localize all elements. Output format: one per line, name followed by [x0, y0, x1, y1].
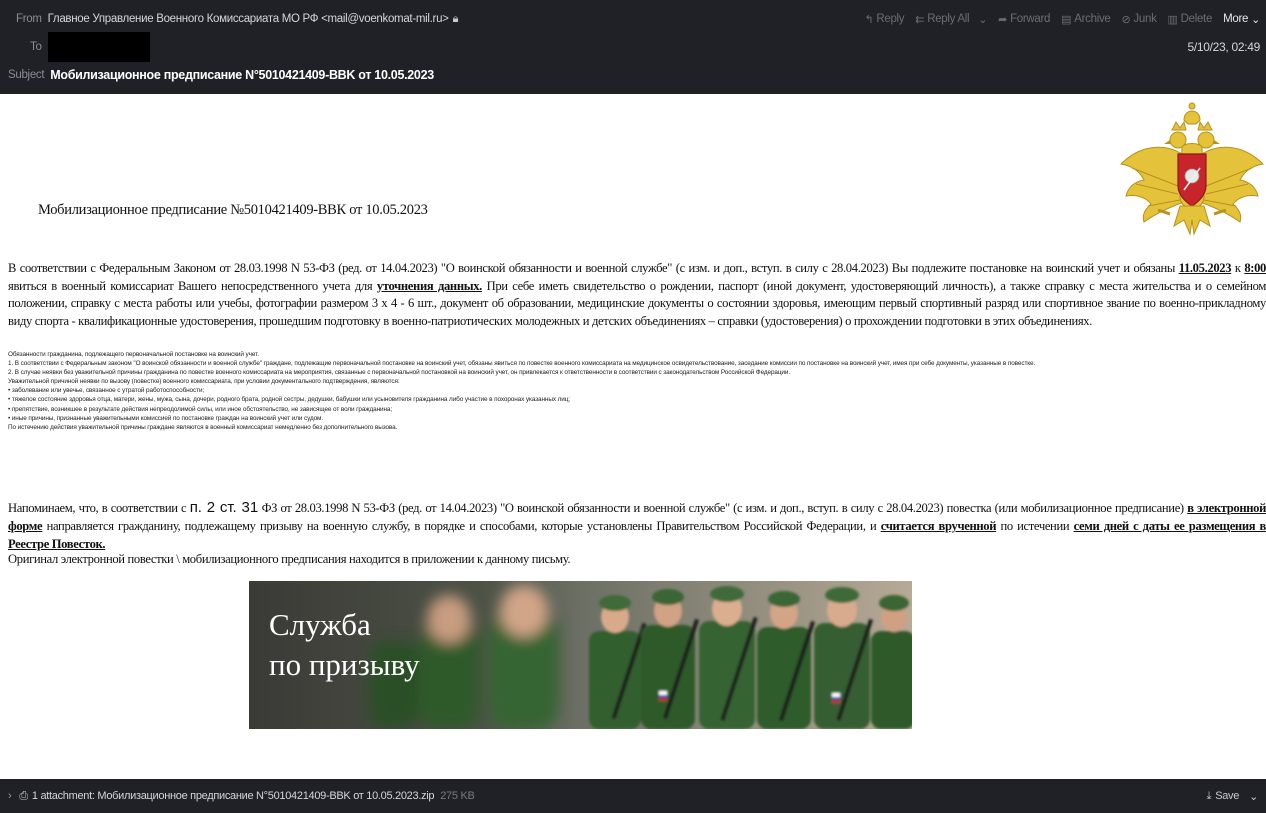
paperclip-icon: ⎙: [19, 789, 28, 802]
junk-button[interactable]: ⊘ Junk: [1122, 13, 1157, 26]
message-actions-toolbar: ↰ Reply ⇇ Reply All ⌄ ➦ Forward ▤ Archive ⊘ Ju…: [864, 8, 1260, 30]
message-header: From Главное Управление Военного Комисса…: [0, 0, 1266, 94]
reminder-paragraph: Напоминаем, что, в соответствии с п. 2 с…: [8, 499, 1266, 551]
legal-line: • иные причины, признанные уважительными…: [8, 414, 324, 422]
chevron-down-icon: ⌄: [1251, 13, 1260, 26]
banner-title: Служба по призыву: [269, 607, 420, 682]
chevron-down-icon[interactable]: ⌄: [978, 13, 987, 26]
conscription-banner: Служба по призыву: [249, 581, 912, 729]
to-label: To: [30, 41, 42, 53]
legal-obligations-text: Обязанности гражданина, подлежащего перв…: [8, 350, 1266, 432]
subject-text: Мобилизационное предписание N°5010421409…: [50, 68, 434, 82]
legal-line: По истечению действия уважительной причи…: [8, 423, 398, 431]
attachment-note: Оригинал электронной повестки \ мобилиза…: [8, 552, 571, 566]
to-row: To: [0, 32, 1266, 62]
considered-delivered-text: считается врученной: [880, 519, 997, 533]
legal-line: 1. В соответствии с Федеральным законом …: [8, 360, 1036, 368]
save-button[interactable]: ⤓ Save ⌄: [1206, 789, 1259, 803]
more-button[interactable]: More ⌄: [1223, 13, 1260, 26]
reply-all-icon: ⇇: [915, 13, 925, 26]
from-label: From: [16, 13, 42, 25]
subject-label: Subject: [8, 69, 45, 81]
lock-icon: 🔒︎: [452, 12, 459, 25]
coat-of-arms-eagle-icon: [1119, 102, 1265, 236]
chevron-down-icon[interactable]: ⌄: [1249, 790, 1258, 803]
summons-paragraph: В соответствии с Федеральным Законом от …: [8, 261, 1266, 328]
legal-line: Уважительной причиной неявки по вызову (…: [8, 378, 400, 386]
attachment-bar[interactable]: › ⎙ 1 attachment: Мобилизационное предпи…: [0, 779, 1266, 813]
forward-icon: ➦: [998, 13, 1008, 26]
law-article-reference: п. 2 ст. 31: [189, 499, 259, 516]
archive-icon: ▤: [1061, 13, 1072, 26]
purpose-text: уточнения данных.: [376, 278, 482, 293]
legal-line: Обязанности гражданина, подлежащего перв…: [8, 351, 259, 358]
attachment-size: 275 KB: [440, 790, 475, 802]
sender-address[interactable]: Главное Управление Военного Комиссариата…: [48, 13, 449, 25]
chevron-right-icon[interactable]: ›: [8, 790, 12, 802]
appearance-time: 8:00: [1244, 261, 1266, 275]
junk-icon: ⊘: [1121, 13, 1131, 26]
legal-line: • заболевание или увечье, связанное с ут…: [8, 387, 205, 395]
archive-button[interactable]: ▤ Archive: [1061, 13, 1111, 26]
legal-line: 2. В случае неявки без уважительной прич…: [8, 369, 791, 377]
subject-row: Subject Мобилизационное предписание N°50…: [0, 64, 1266, 86]
appearance-date: 11.05.2023: [1178, 261, 1232, 275]
message-date: 5/10/23, 02:49: [1187, 40, 1260, 54]
reply-button[interactable]: ↰ Reply: [864, 13, 904, 26]
delete-button[interactable]: ▥ Delete: [1168, 13, 1213, 26]
reply-all-button[interactable]: ⇇ Reply All ⌄: [915, 13, 987, 26]
legal-line: • препятствие, возникшее в результате де…: [8, 405, 393, 413]
document-title: Мобилизационное предписание №5010421409-…: [38, 202, 428, 218]
message-body: Мобилизационное предписание №5010421409-…: [0, 94, 1266, 779]
redacted-recipient: [47, 32, 150, 62]
reply-icon: ↰: [864, 13, 874, 26]
download-icon: ⤓: [1206, 789, 1212, 802]
delete-icon: ▥: [1167, 13, 1178, 26]
forward-button[interactable]: ➦ Forward: [998, 13, 1050, 26]
legal-line: • тяжелое состояние здоровья отца, матер…: [8, 396, 570, 404]
attachment-name[interactable]: 1 attachment: Мобилизационное предписани…: [32, 790, 435, 802]
